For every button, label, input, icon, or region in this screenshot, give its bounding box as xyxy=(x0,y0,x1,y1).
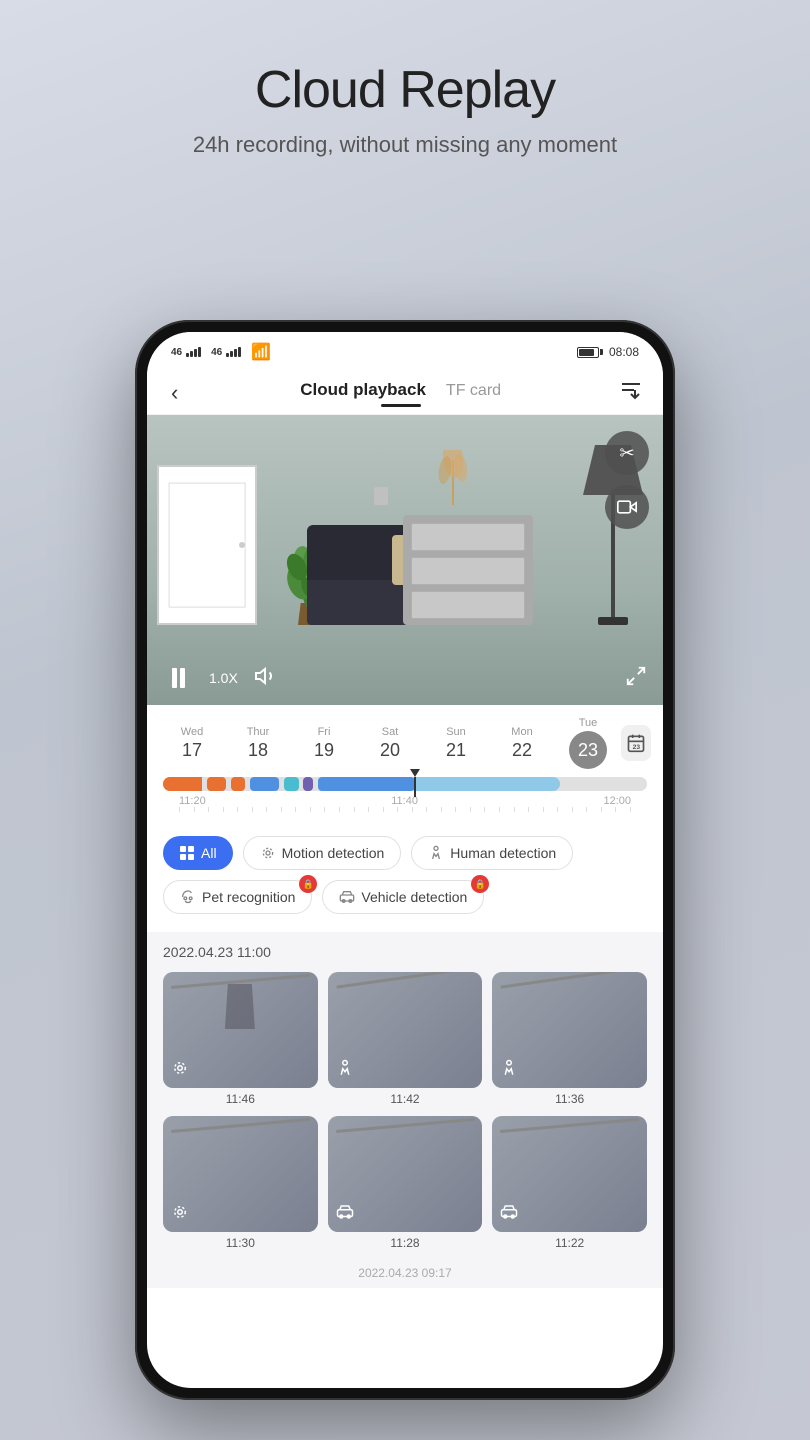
signal-bars-2 xyxy=(226,347,241,357)
recording-item-1[interactable]: 11:46 xyxy=(163,972,318,1106)
timeline-section: Wed 17 Thur 18 Fri 19 Sat 20 Sun 21 xyxy=(147,705,663,824)
recordings-section: 2022.04.23 11:00 xyxy=(147,932,663,1262)
signal-bars-1 xyxy=(186,347,201,357)
vehicle-lock-badge: 🔒 xyxy=(471,875,489,893)
clip-button[interactable]: ✂ xyxy=(605,431,649,475)
video-controls: 1.0X xyxy=(147,663,663,693)
phone-frame: 46 46 📶 xyxy=(135,320,675,1400)
video-player[interactable]: 1.0X ✂ xyxy=(147,415,663,705)
speed-label[interactable]: 1.0X xyxy=(209,670,238,686)
rec-time-6: 11:22 xyxy=(492,1236,647,1250)
rec-time-5: 11:28 xyxy=(328,1236,483,1250)
date-item-sun[interactable]: Sun 21 xyxy=(423,726,489,761)
filter-section: All Motion detection Human detection xyxy=(147,824,663,932)
filter-row-2: 🔒 Pet recognition 🔒 xyxy=(163,880,647,914)
rec-icon-3 xyxy=(500,1059,518,1082)
volume-button[interactable] xyxy=(254,664,278,693)
nav-tabs: Cloud playback TF card xyxy=(300,380,501,400)
tab-tf-card[interactable]: TF card xyxy=(446,382,501,400)
date-item-tue[interactable]: Tue 23 xyxy=(555,717,621,769)
status-network: 46 46 📶 xyxy=(171,342,271,362)
tab-cloud-playback[interactable]: Cloud playback xyxy=(300,380,426,400)
filter-vehicle[interactable]: 🔒 Vehicle detection xyxy=(322,880,484,914)
timeline-ticks xyxy=(163,807,647,812)
rec-time-3: 11:36 xyxy=(492,1092,647,1106)
phone-screen: 46 46 📶 xyxy=(147,332,663,1388)
wifi-icon: 📶 xyxy=(251,342,271,362)
wall-socket xyxy=(374,487,388,505)
rec-icon-5 xyxy=(336,1203,354,1226)
recording-item-2[interactable]: 11:42 xyxy=(328,972,483,1106)
filter-pet[interactable]: 🔒 Pet recognition xyxy=(163,880,312,914)
tab-underline xyxy=(381,404,421,407)
timeline-bar-area[interactable]: 11:20 11:40 12:00 xyxy=(147,769,663,816)
date-item-mon[interactable]: Mon 22 xyxy=(489,726,555,761)
back-button[interactable]: ‹ xyxy=(167,376,182,410)
timeline-bar[interactable] xyxy=(163,777,647,791)
rec-time-1: 11:46 xyxy=(163,1092,318,1106)
dried-plant xyxy=(433,450,473,515)
filter-motion[interactable]: Motion detection xyxy=(243,836,402,870)
rec-time-4: 11:30 xyxy=(163,1236,318,1250)
date-item-sat[interactable]: Sat 20 xyxy=(357,726,423,761)
rec-icon-1 xyxy=(171,1059,189,1082)
battery-icon xyxy=(577,347,603,358)
rec-icon-2 xyxy=(336,1059,354,1082)
time-right: 12:00 xyxy=(603,795,631,807)
filter-all[interactable]: All xyxy=(163,836,233,870)
network-label-2: 46 xyxy=(211,347,222,358)
hero-title: Cloud Replay xyxy=(0,60,810,120)
dresser xyxy=(403,515,533,625)
time-left: 11:20 xyxy=(179,795,206,807)
more-recordings-label: 2022.04.23 09:17 xyxy=(147,1262,663,1288)
rec-time-2: 11:42 xyxy=(328,1092,483,1106)
filter-row-1: All Motion detection Human detection xyxy=(163,836,647,870)
pause-button[interactable] xyxy=(163,663,193,693)
nav-title-group: Cloud playback TF card xyxy=(182,380,619,407)
timeline-times: 11:20 11:40 12:00 xyxy=(163,791,647,807)
recordings-grid: 11:46 11: xyxy=(163,972,647,1250)
filter-all-label: All xyxy=(201,845,217,861)
rec-icon-4 xyxy=(171,1203,189,1226)
status-bar: 46 46 📶 xyxy=(147,332,663,368)
nav-bar: ‹ Cloud playback TF card xyxy=(147,368,663,415)
door xyxy=(157,465,257,625)
date-item-wed[interactable]: Wed 17 xyxy=(159,726,225,761)
download-video-button[interactable] xyxy=(605,485,649,529)
date-row: Wed 17 Thur 18 Fri 19 Sat 20 Sun 21 xyxy=(147,717,663,769)
filter-motion-label: Motion detection xyxy=(282,845,385,861)
fullscreen-button[interactable] xyxy=(625,665,647,692)
filter-vehicle-label: Vehicle detection xyxy=(361,889,467,905)
recordings-date-label: 2022.04.23 11:00 xyxy=(163,944,647,960)
room-scene xyxy=(147,415,663,705)
svg-text:23: 23 xyxy=(633,744,641,751)
recording-item-5[interactable]: 11:28 xyxy=(328,1116,483,1250)
recording-item-3[interactable]: 11:36 xyxy=(492,972,647,1106)
recording-item-6[interactable]: 11:22 xyxy=(492,1116,647,1250)
status-time-battery: 08:08 xyxy=(577,345,639,359)
hero-subtitle: 24h recording, without missing any momen… xyxy=(0,130,810,161)
filter-human-label: Human detection xyxy=(450,845,556,861)
hero-section: Cloud Replay 24h recording, without miss… xyxy=(0,60,810,161)
calendar-button[interactable]: 23 xyxy=(621,725,651,761)
filter-human[interactable]: Human detection xyxy=(411,836,573,870)
network-label-1: 46 xyxy=(171,347,182,358)
rec-icon-6 xyxy=(500,1203,518,1226)
date-item-fri[interactable]: Fri 19 xyxy=(291,726,357,761)
pet-lock-badge: 🔒 xyxy=(299,875,317,893)
sort-download-button[interactable] xyxy=(619,378,643,408)
filter-pet-label: Pet recognition xyxy=(202,889,295,905)
status-time: 08:08 xyxy=(609,345,639,359)
date-item-thur[interactable]: Thur 18 xyxy=(225,726,291,761)
timeline-needle xyxy=(410,769,420,797)
recording-item-4[interactable]: 11:30 xyxy=(163,1116,318,1250)
